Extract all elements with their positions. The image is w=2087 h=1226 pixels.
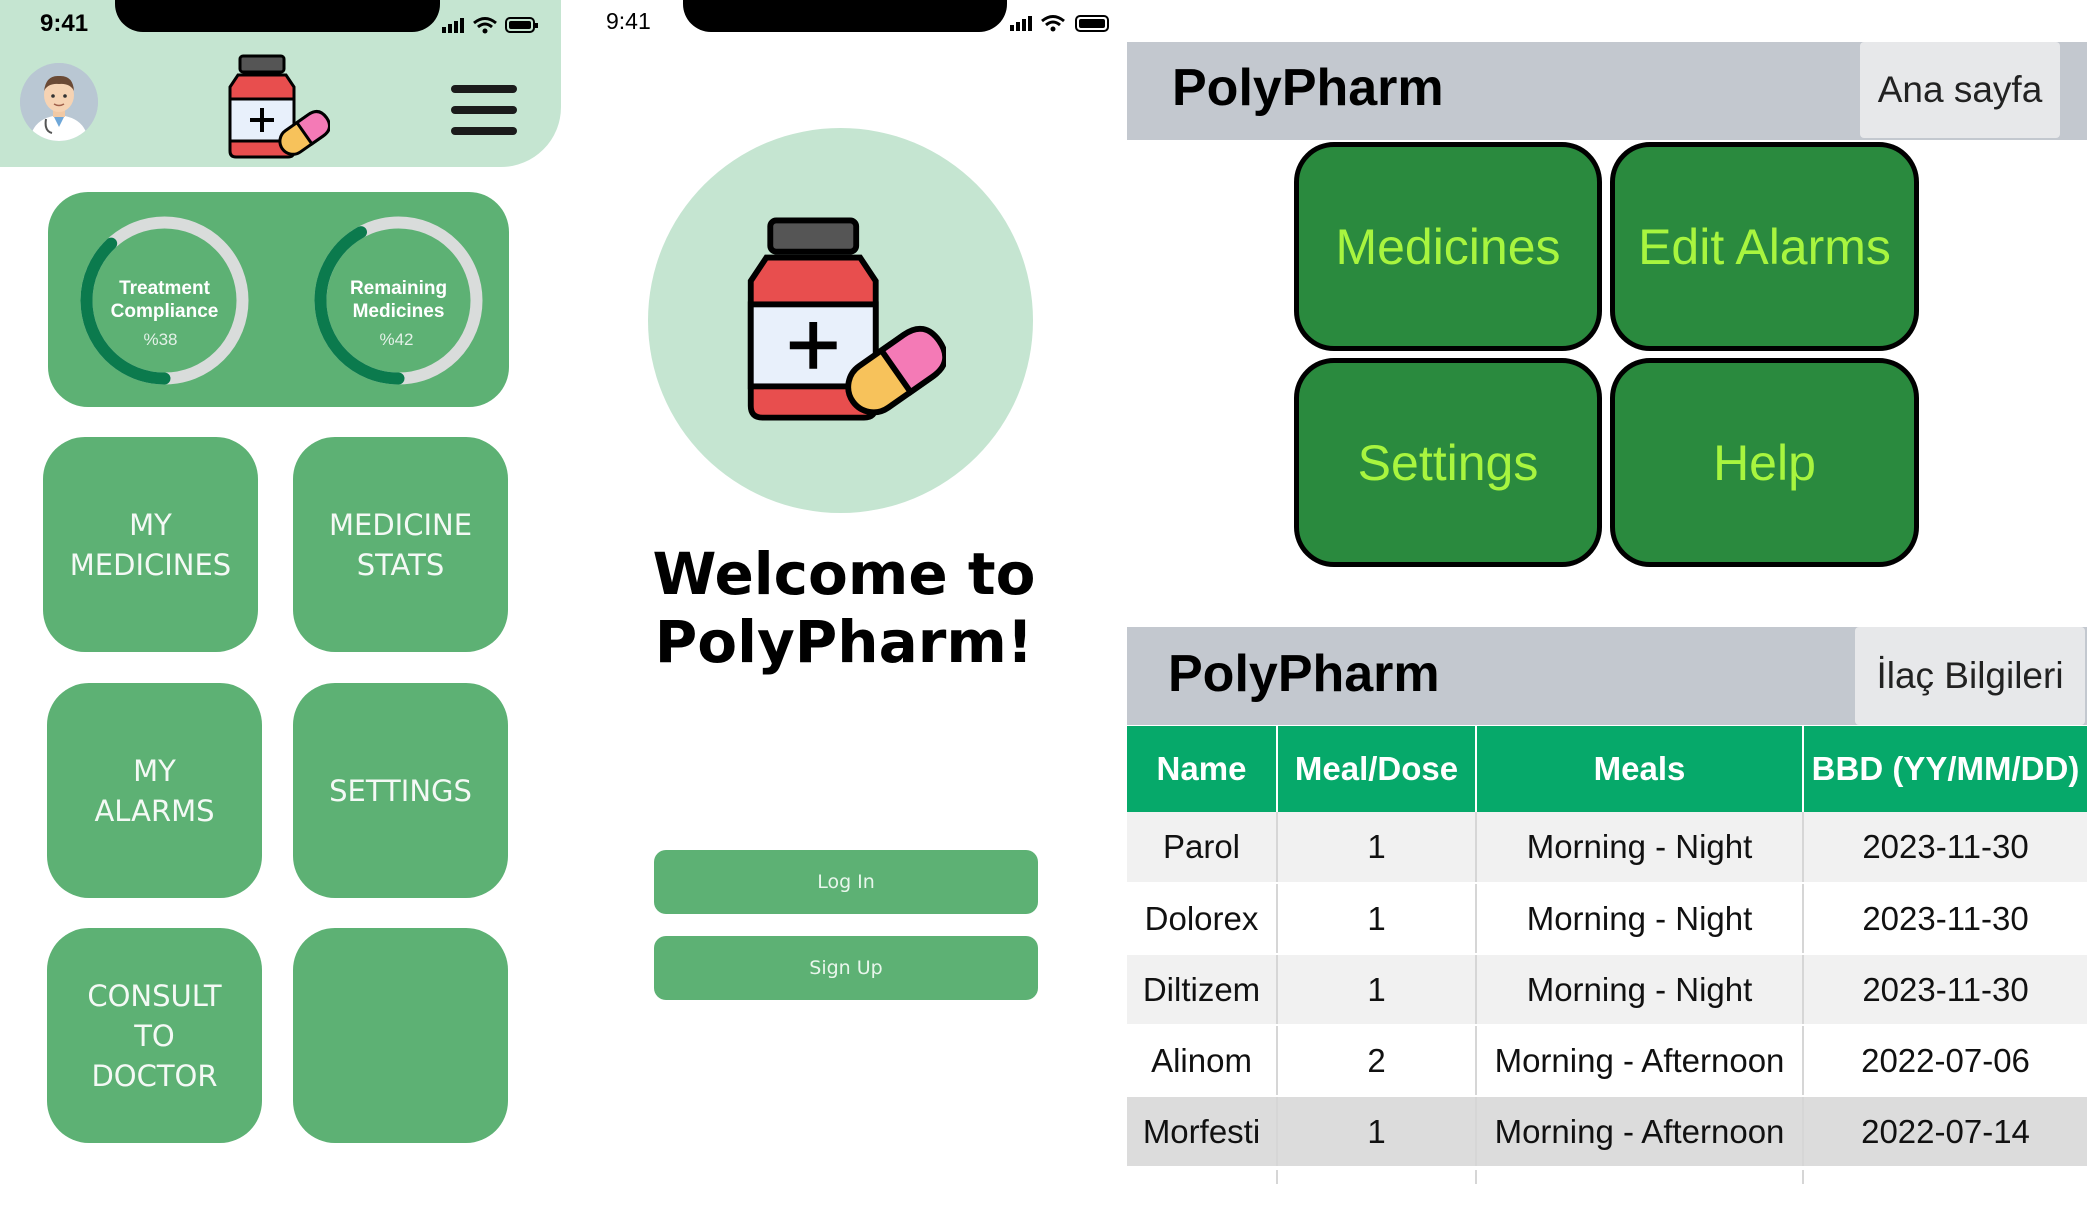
cell-name: Alinom: [1127, 1025, 1278, 1097]
cell-name: Parol: [1127, 812, 1278, 884]
phone-notch: [683, 0, 1007, 32]
cell-bbd: 2023-11-30: [1803, 812, 2087, 884]
ana-sayfa-button[interactable]: Ana sayfa: [1860, 42, 2060, 138]
status-icons: [1010, 15, 1109, 32]
hamburger-menu-icon[interactable]: [451, 85, 517, 135]
column-header-meals[interactable]: Meals: [1476, 726, 1804, 812]
login-button[interactable]: Log In: [654, 850, 1038, 914]
cell-meal-dose: 1: [1277, 1096, 1477, 1168]
cell-meals: Morning - Night: [1476, 812, 1804, 884]
remaining-medicines-label: Remaining Medicines: [349, 278, 448, 322]
status-icons: [442, 17, 538, 34]
cell-meals: Morning - Night: [1476, 883, 1804, 955]
ilac-bilgileri-button[interactable]: İlaç Bilgileri: [1855, 627, 2085, 725]
table-column-divider: [1475, 1170, 1477, 1184]
medicine-stats-tile[interactable]: MEDICINE STATS: [293, 437, 508, 652]
doctor-icon: [20, 63, 98, 141]
table-row[interactable]: Parol 1 Morning - Night 2023-11-30: [1127, 812, 2087, 884]
column-header-meal-dose[interactable]: Meal/Dose: [1277, 726, 1477, 812]
table-row[interactable]: Alinom 2 Morning - Afternoon 2022-07-06: [1127, 1025, 2087, 1097]
table-header-row: Name Meal/Dose Meals BBD (YY/MM/DD): [1127, 726, 2087, 812]
edit-alarms-button[interactable]: Edit Alarms: [1610, 142, 1919, 351]
cell-meal-dose: 1: [1277, 812, 1477, 884]
medicine-logo-icon: [228, 54, 330, 159]
medicine-logo-icon: [747, 217, 946, 421]
medicines-button[interactable]: Medicines: [1294, 142, 1602, 351]
status-time: 9:41: [606, 8, 651, 34]
column-header-name[interactable]: Name: [1127, 726, 1278, 812]
settings-button[interactable]: Settings: [1294, 358, 1602, 567]
cell-meal-dose: 1: [1277, 954, 1477, 1026]
treatment-compliance-label: Treatment Compliance: [110, 278, 219, 322]
welcome-title: Welcome to PolyPharm!: [652, 540, 1036, 676]
medicine-table: Name Meal/Dose Meals BBD (YY/MM/DD) Paro…: [1127, 726, 2087, 1168]
treatment-compliance-value: %38: [143, 330, 178, 349]
help-button[interactable]: Help: [1610, 358, 1919, 567]
cell-bbd: 2023-11-30: [1803, 883, 2087, 955]
cell-meals: Morning - Afternoon: [1476, 1025, 1804, 1097]
doctor-avatar[interactable]: [20, 63, 98, 141]
consult-doctor-tile[interactable]: CONSULT TO DOCTOR: [47, 928, 262, 1143]
cell-bbd: 2023-11-30: [1803, 954, 2087, 1026]
medicine-info-brand: PolyPharm: [1168, 645, 1440, 703]
welcome-screen: 9:41 Welcome to PolyPharm! Log In Sign U…: [561, 0, 1127, 1226]
cell-name: Dolorex: [1127, 883, 1278, 955]
table-column-divider: [1802, 1170, 1804, 1184]
cell-meals: Morning - Night: [1476, 954, 1804, 1026]
table-row[interactable]: Dolorex 1 Morning - Night 2023-11-30: [1127, 883, 2087, 955]
column-header-bbd[interactable]: BBD (YY/MM/DD): [1803, 726, 2087, 812]
cell-name: Diltizem: [1127, 954, 1278, 1026]
cell-meals: Morning - Afternoon: [1476, 1096, 1804, 1168]
my-medicines-tile[interactable]: MY MEDICINES: [43, 437, 258, 652]
signup-button[interactable]: Sign Up: [654, 936, 1038, 1000]
web-panel: PolyPharm Ana sayfa Medicines Edit Alarm…: [1127, 0, 2087, 1226]
settings-tile[interactable]: SETTINGS: [293, 683, 508, 898]
table-row[interactable]: Diltizem 1 Morning - Night 2023-11-30: [1127, 954, 2087, 1026]
cell-bbd: 2022-07-06: [1803, 1025, 2087, 1097]
my-alarms-tile[interactable]: MY ALARMS: [47, 683, 262, 898]
cell-name: Morfesti: [1127, 1096, 1278, 1168]
cell-bbd: 2022-07-14: [1803, 1096, 2087, 1168]
empty-tile[interactable]: [293, 928, 508, 1143]
remaining-medicines-value: %42: [379, 330, 414, 349]
home-brand: PolyPharm: [1172, 59, 1444, 117]
status-time: 9:41: [40, 10, 89, 37]
cell-meal-dose: 1: [1277, 883, 1477, 955]
cell-meal-dose: 2: [1277, 1025, 1477, 1097]
table-row-highlighted[interactable]: Morfesti 1 Morning - Afternoon 2022-07-1…: [1127, 1096, 2087, 1168]
dashboard-screen: 9:41 Treatment Compliance %38 Remaining …: [0, 0, 561, 1226]
phone-notch: [115, 0, 440, 32]
table-column-divider: [1276, 1170, 1278, 1184]
